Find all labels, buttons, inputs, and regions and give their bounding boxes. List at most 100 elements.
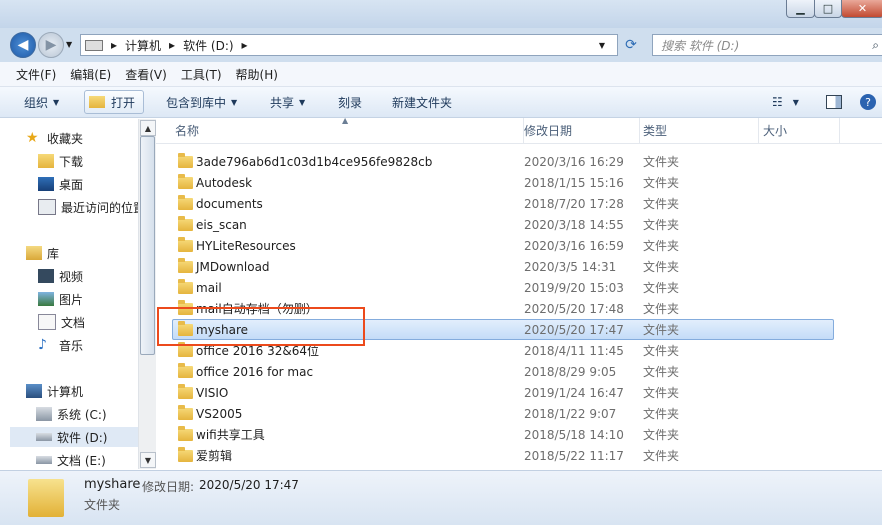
file-name[interactable]: VS2005: [196, 403, 242, 424]
nav-item-recent-places[interactable]: 最近访问的位置: [38, 197, 145, 217]
share-button[interactable]: 共享 ▼: [270, 93, 305, 111]
recent-pages-dropdown[interactable]: ▼: [66, 40, 72, 49]
open-button[interactable]: 打开: [84, 90, 145, 114]
file-row[interactable]: Autodesk 2018/1/15 15:16 文件夹: [156, 172, 882, 193]
breadcrumb-computer[interactable]: 计算机: [125, 37, 161, 54]
file-name[interactable]: 3ade796ab6d1c03d1b4ce956fe9828cb: [196, 151, 432, 172]
sort-ascending-icon: ▲: [342, 116, 349, 125]
scroll-down-icon[interactable]: ▼: [140, 452, 156, 468]
file-row[interactable]: VISIO 2019/1/24 16:47 文件夹: [156, 382, 882, 403]
column-header-type[interactable]: 类型: [640, 118, 759, 143]
nav-item-documents[interactable]: 文档: [38, 312, 85, 332]
file-type: 文件夹: [643, 449, 680, 463]
address-dropdown-icon[interactable]: ▼: [599, 41, 605, 50]
organize-button[interactable]: 组织 ▼: [24, 93, 59, 111]
file-name[interactable]: Autodesk: [196, 172, 252, 193]
downloads-folder-icon: [38, 154, 54, 168]
file-row[interactable]: JMDownload 2020/3/5 14:31 文件夹: [156, 256, 882, 277]
arrow-right-icon: ▶: [45, 37, 57, 53]
file-name[interactable]: 爱剪辑: [196, 445, 232, 466]
include-in-library-button[interactable]: 包含到库中 ▼: [166, 93, 237, 111]
close-button[interactable]: ✕: [841, 0, 882, 18]
view-options-button[interactable]: ☷ ▼: [772, 93, 799, 111]
file-name[interactable]: VISIO: [196, 382, 228, 403]
file-row[interactable]: HYLiteResources 2020/3/16 16:59 文件夹: [156, 235, 882, 256]
search-placeholder: 搜索 软件 (D:): [661, 38, 740, 53]
title-bar: ▁ □ ✕: [0, 0, 882, 28]
nav-item-music[interactable]: ♪ 音乐: [38, 335, 83, 355]
menu-file[interactable]: 文件(F): [16, 66, 56, 83]
burn-label: 刻录: [338, 95, 363, 110]
file-modified: 2020/3/16 16:59: [524, 238, 624, 253]
file-type: 文件夹: [643, 344, 680, 358]
file-name[interactable]: eis_scan: [196, 214, 247, 235]
breadcrumb-separator[interactable]: ▸: [111, 38, 117, 52]
file-type: 文件夹: [643, 386, 680, 400]
library-icon: [26, 246, 42, 260]
refresh-button[interactable]: ⟳: [620, 34, 642, 56]
file-row[interactable]: wifi共享工具 2018/5/18 14:10 文件夹: [156, 424, 882, 445]
file-row[interactable]: 爱剪辑 2018/5/22 11:17 文件夹: [156, 445, 882, 466]
file-name[interactable]: documents: [196, 193, 263, 214]
folder-icon: [178, 256, 193, 277]
file-row[interactable]: mail 2019/9/20 15:03 文件夹: [156, 277, 882, 298]
address-bar[interactable]: ▸ 计算机 ▸ 软件 (D:) ▸ ▼: [80, 34, 618, 56]
search-icon[interactable]: ⌕: [872, 38, 879, 53]
file-type: 文件夹: [643, 302, 680, 316]
file-name[interactable]: mail: [196, 277, 222, 298]
nav-drive-c[interactable]: 系统 (C:): [36, 404, 107, 424]
nav-item-pictures[interactable]: 图片: [38, 289, 83, 309]
search-input[interactable]: 搜索 软件 (D:) ⌕: [652, 34, 882, 56]
drive-icon: [36, 433, 52, 441]
file-modified: 2020/5/20 17:48: [524, 301, 624, 316]
file-type: 文件夹: [643, 281, 680, 295]
nav-drive-d[interactable]: 软件 (D:): [10, 427, 138, 447]
new-folder-button[interactable]: 新建文件夹: [392, 93, 452, 111]
file-modified: 2018/7/20 17:28: [524, 196, 624, 211]
nav-computer[interactable]: 计算机: [26, 381, 83, 401]
back-button[interactable]: ◀: [10, 32, 36, 58]
column-header-modified[interactable]: 修改日期: [521, 118, 640, 143]
nav-drive-e[interactable]: 文档 (E:): [36, 450, 106, 470]
file-name[interactable]: wifi共享工具: [196, 424, 265, 445]
nav-item-videos[interactable]: 视频: [38, 266, 83, 286]
menu-help[interactable]: 帮助(H): [236, 66, 278, 83]
scrollbar-thumb[interactable]: [140, 136, 155, 355]
file-row[interactable]: eis_scan 2020/3/18 14:55 文件夹: [156, 214, 882, 235]
file-name[interactable]: office 2016 for mac: [196, 361, 313, 382]
file-modified: 2018/1/22 9:07: [524, 406, 617, 421]
folder-icon: [178, 382, 193, 403]
file-name[interactable]: JMDownload: [196, 256, 270, 277]
column-header-name[interactable]: 名称 ▲: [172, 116, 524, 143]
preview-pane-button[interactable]: [826, 93, 842, 111]
nav-item-downloads[interactable]: 下载: [38, 151, 83, 171]
file-type: 文件夹: [643, 365, 680, 379]
menu-edit[interactable]: 编辑(E): [70, 66, 111, 83]
menu-tools[interactable]: 工具(T): [181, 66, 222, 83]
burn-button[interactable]: 刻录: [338, 93, 362, 111]
nav-item-desktop[interactable]: 桌面: [38, 174, 83, 194]
column-header-size[interactable]: 大小: [760, 118, 840, 143]
menu-bar: 文件(F) 编辑(E) 查看(V) 工具(T) 帮助(H): [0, 62, 882, 87]
music-icon: ♪: [38, 337, 47, 353]
scroll-up-icon[interactable]: ▲: [140, 120, 156, 136]
chevron-down-icon: ▼: [792, 97, 799, 107]
menu-view[interactable]: 查看(V): [125, 66, 167, 83]
file-name[interactable]: HYLiteResources: [196, 235, 296, 256]
file-row[interactable]: VS2005 2018/1/22 9:07 文件夹: [156, 403, 882, 424]
file-row[interactable]: office 2016 for mac 2018/8/29 9:05 文件夹: [156, 361, 882, 382]
nav-libraries[interactable]: 库: [26, 243, 59, 263]
nav-scrollbar[interactable]: ▲ ▼: [138, 119, 156, 469]
details-type: 文件夹: [84, 498, 121, 512]
forward-button[interactable]: ▶: [38, 32, 64, 58]
breadcrumb-drive-d[interactable]: 软件 (D:): [183, 37, 233, 54]
file-row[interactable]: documents 2018/7/20 17:28 文件夹: [156, 193, 882, 214]
breadcrumb-separator[interactable]: ▸: [169, 38, 175, 52]
minimize-button[interactable]: ▁: [786, 0, 815, 18]
breadcrumb-separator[interactable]: ▸: [242, 38, 248, 52]
file-row[interactable]: 3ade796ab6d1c03d1b4ce956fe9828cb 2020/3/1…: [156, 151, 882, 172]
maximize-button[interactable]: □: [814, 0, 842, 18]
nav-favorites[interactable]: ★ 收藏夹: [26, 128, 83, 148]
include-library-label: 包含到库中: [166, 95, 227, 110]
help-button[interactable]: ?: [860, 93, 876, 111]
